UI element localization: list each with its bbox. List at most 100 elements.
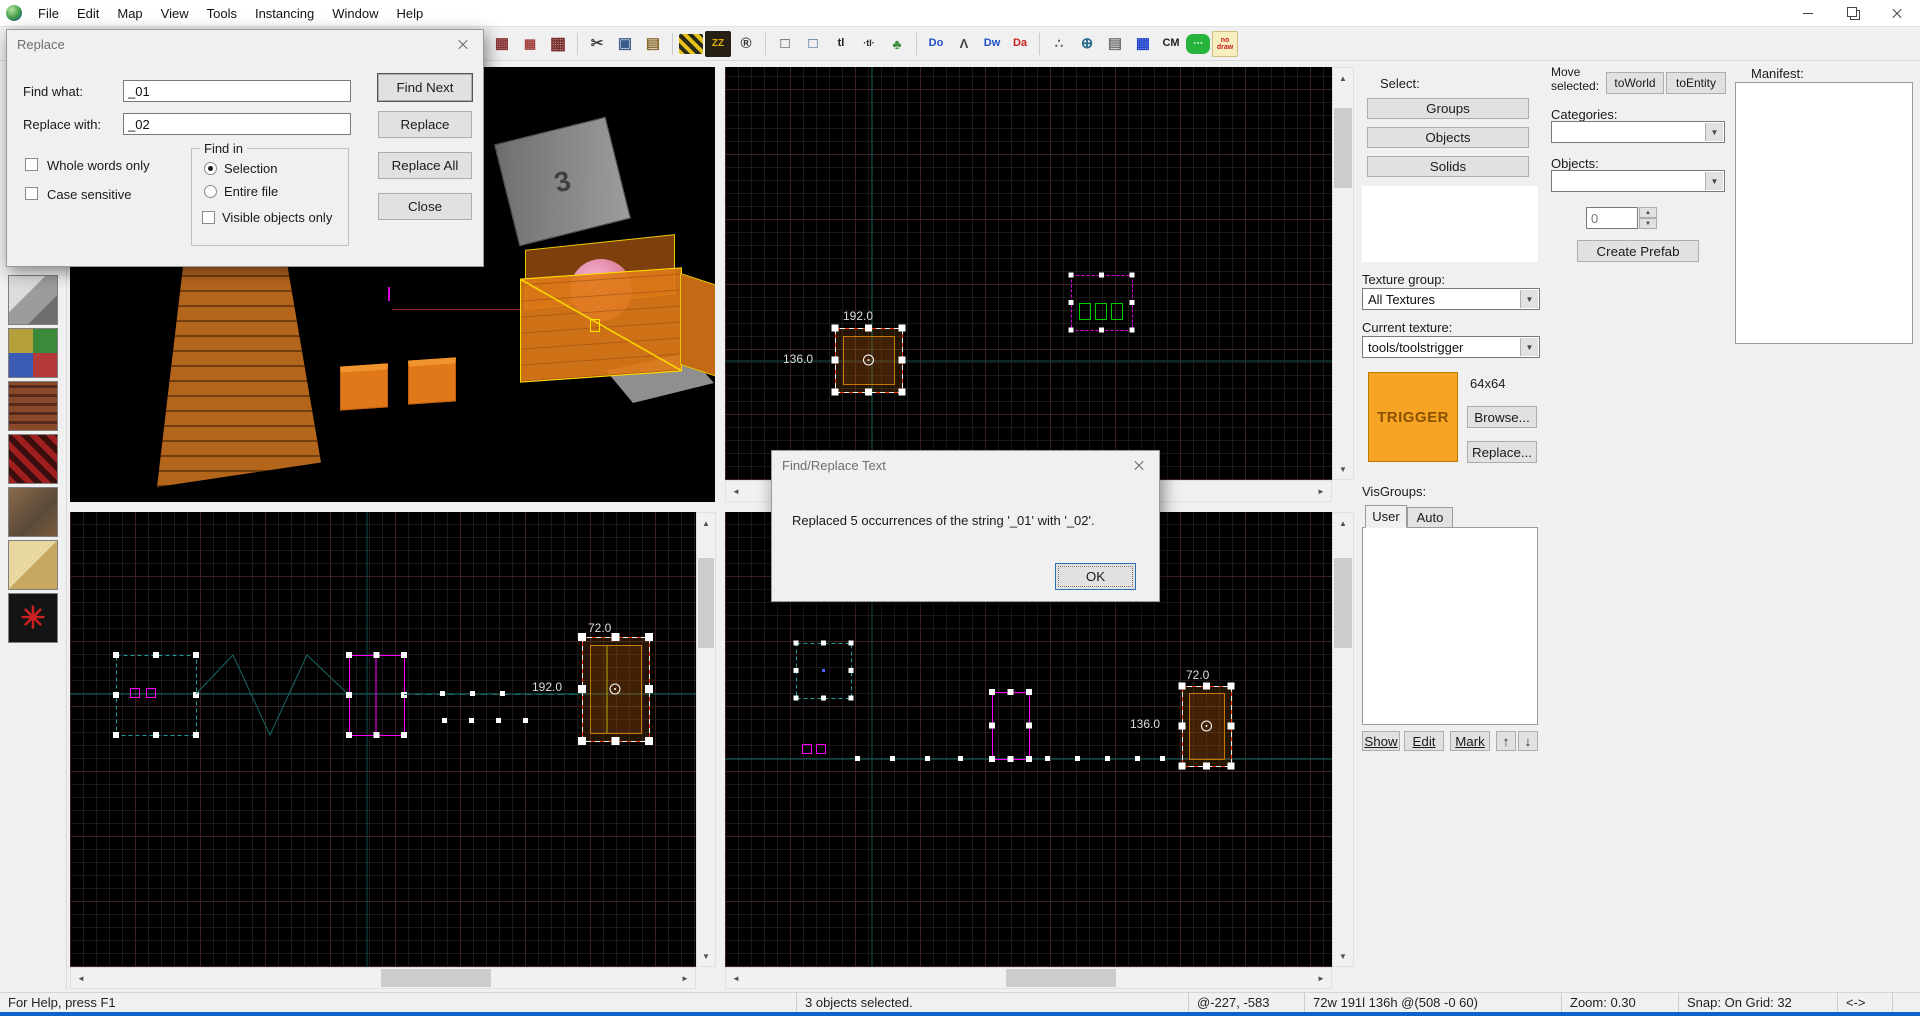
spinner[interactable]: ▲ ▼: [1639, 207, 1657, 229]
sleep-zz-icon[interactable]: ZZ: [705, 30, 731, 57]
select-touching-icon[interactable]: □: [800, 31, 826, 57]
texture-thumb-multicolor-cube[interactable]: [8, 328, 58, 378]
replace-button[interactable]: Replace: [378, 111, 472, 138]
tab-user[interactable]: User: [1365, 505, 1407, 528]
texture-thumb-red-cube[interactable]: [8, 434, 58, 484]
blue-grid-icon[interactable]: ▦: [1130, 31, 1156, 57]
scroll-thumb[interactable]: [381, 969, 491, 987]
close-icon[interactable]: [1119, 451, 1159, 479]
find-next-button[interactable]: Find Next: [378, 74, 472, 101]
browse-button[interactable]: Browse...: [1467, 406, 1537, 428]
current-texture-select[interactable]: tools/toolstrigger ▼: [1362, 336, 1540, 358]
chevron-down-icon[interactable]: ▼: [1705, 123, 1723, 141]
scroll-left-icon[interactable]: ◄: [71, 968, 91, 988]
foliage-icon[interactable]: ♣: [884, 31, 910, 57]
displacement-da-icon[interactable]: Da: [1007, 31, 1033, 57]
brick-wall-icon[interactable]: ▤: [1102, 31, 1128, 57]
replace-with-input[interactable]: [123, 113, 351, 135]
minimize-icon[interactable]: [1785, 0, 1830, 27]
scroll-up-icon[interactable]: ▲: [697, 513, 715, 533]
whole-words-checkbox[interactable]: [25, 158, 38, 171]
cordon-icon[interactable]: ⊕: [1074, 31, 1100, 57]
tab-auto[interactable]: Auto: [1407, 507, 1453, 528]
texture-thumb-tan-cube[interactable]: [8, 540, 58, 590]
scroll-track[interactable]: [1333, 533, 1353, 946]
scroll-right-icon[interactable]: ►: [1311, 968, 1331, 988]
nodraw-icon[interactable]: no draw: [1212, 30, 1238, 57]
solids-button[interactable]: Solids: [1367, 156, 1529, 177]
select-box-icon[interactable]: □: [772, 31, 798, 57]
chat-icon[interactable]: ⋯: [1186, 33, 1210, 54]
cm-icon[interactable]: CM: [1158, 31, 1184, 57]
scroll-track[interactable]: [91, 968, 675, 988]
mark-button[interactable]: Mark: [1450, 731, 1490, 751]
scroll-down-icon[interactable]: ▼: [1333, 946, 1353, 966]
scroll-up-icon[interactable]: ▲: [1333, 513, 1353, 533]
scrollbar-horizontal-br[interactable]: ◄ ►: [725, 967, 1332, 989]
menu-instancing[interactable]: Instancing: [246, 0, 323, 27]
case-sensitive-checkbox[interactable]: [25, 187, 38, 200]
show-button[interactable]: Show: [1362, 731, 1400, 751]
visgroups-list[interactable]: [1362, 527, 1538, 725]
apply-texture-icon[interactable]: [679, 33, 703, 54]
scroll-thumb[interactable]: [1334, 108, 1352, 188]
viewport-2d-top[interactable]: 192.0 136.0: [725, 67, 1332, 480]
scroll-track[interactable]: [746, 968, 1311, 988]
manifest-list[interactable]: [1735, 82, 1913, 344]
find-what-input[interactable]: [123, 80, 351, 102]
objects-button[interactable]: Objects: [1367, 127, 1529, 148]
copy-icon[interactable]: ▣: [612, 31, 638, 57]
scroll-thumb[interactable]: [698, 558, 714, 648]
texture-thumb-brick-cube[interactable]: [8, 381, 58, 431]
message-dialog-title[interactable]: Find/Replace Text: [772, 451, 1159, 479]
entire-file-radio[interactable]: [204, 185, 217, 198]
chevron-down-icon[interactable]: ▼: [1705, 172, 1723, 190]
scrollbar-vertical-bl[interactable]: ▲ ▼: [696, 512, 716, 967]
scatter-icon[interactable]: ∴: [1046, 31, 1072, 57]
paste-icon[interactable]: ▤: [640, 31, 666, 57]
scroll-left-icon[interactable]: ◄: [726, 481, 746, 501]
scroll-left-icon[interactable]: ◄: [726, 968, 746, 988]
to-world-button[interactable]: toWorld: [1606, 72, 1664, 94]
move-down-icon[interactable]: ↓: [1518, 731, 1538, 751]
replace-texture-button[interactable]: Replace...: [1467, 441, 1537, 463]
prefab-count-field[interactable]: 0: [1586, 207, 1638, 229]
scroll-thumb[interactable]: [1334, 558, 1352, 648]
scrollbar-vertical-br[interactable]: ▲ ▼: [1332, 512, 1354, 967]
replace-all-button[interactable]: Replace All: [378, 152, 472, 179]
toggle-3d-grid-icon[interactable]: ▦: [489, 31, 515, 57]
texture-thumb-lattice-sphere[interactable]: ✳: [8, 593, 58, 643]
circle-r-icon[interactable]: ®: [733, 31, 759, 57]
scroll-thumb[interactable]: [1006, 969, 1116, 987]
scroll-track[interactable]: [697, 533, 715, 946]
carve-icon[interactable]: Λ: [951, 31, 977, 57]
menu-edit[interactable]: Edit: [68, 0, 108, 27]
replace-dialog-title[interactable]: Replace: [7, 30, 483, 58]
selection-radio[interactable]: [204, 162, 217, 175]
menu-file[interactable]: File: [29, 0, 68, 27]
categories-select[interactable]: ▼: [1551, 121, 1725, 143]
visible-objects-checkbox[interactable]: [202, 211, 215, 224]
scrollbar-vertical-top[interactable]: ▲ ▼: [1332, 67, 1354, 480]
move-up-icon[interactable]: ↑: [1496, 731, 1516, 751]
displacement-do-icon[interactable]: Do: [923, 31, 949, 57]
create-prefab-button[interactable]: Create Prefab: [1577, 240, 1699, 262]
scroll-track[interactable]: [1333, 88, 1353, 459]
spin-up-icon[interactable]: ▲: [1639, 207, 1657, 218]
groups-button[interactable]: Groups: [1367, 98, 1529, 119]
to-entity-button[interactable]: toEntity: [1666, 72, 1726, 94]
smaller-grid-icon[interactable]: ▦: [517, 31, 543, 57]
scroll-down-icon[interactable]: ▼: [1333, 459, 1353, 479]
restore-icon[interactable]: [1830, 0, 1875, 27]
scrollbar-horizontal-bl[interactable]: ◄ ►: [70, 967, 696, 989]
close-icon[interactable]: [443, 30, 483, 58]
texture-thumb-rock-cube[interactable]: [8, 487, 58, 537]
texture-preview[interactable]: TRIGGER: [1368, 372, 1458, 462]
close-button[interactable]: Close: [378, 193, 472, 220]
scroll-down-icon[interactable]: ▼: [697, 946, 715, 966]
chevron-down-icon[interactable]: ▼: [1520, 338, 1538, 356]
chevron-down-icon[interactable]: ▼: [1520, 290, 1538, 308]
texture-group-select[interactable]: All Textures ▼: [1362, 288, 1540, 310]
texture-lock-icon[interactable]: tl: [828, 31, 854, 57]
menu-window[interactable]: Window: [323, 0, 387, 27]
